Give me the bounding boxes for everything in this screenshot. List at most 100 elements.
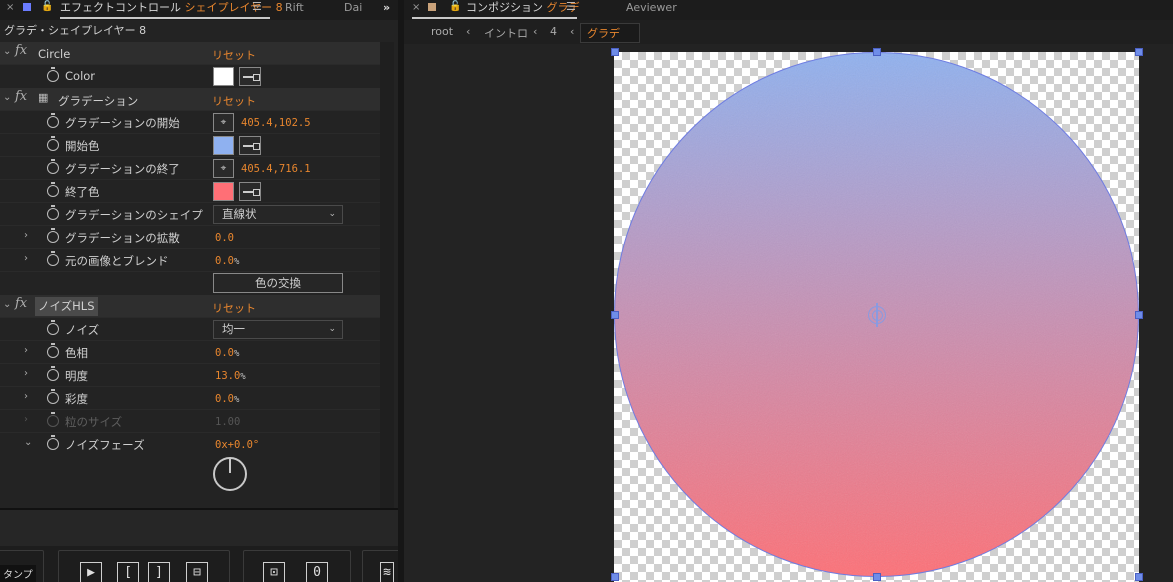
panel-menu-icon[interactable]: ☰ [566,0,576,13]
breadcrumb-root[interactable]: root [431,25,453,38]
value-number: 0.0 [215,393,234,405]
color-swatch-end[interactable] [213,182,234,201]
prop-value[interactable]: 405.4,716.1 [241,163,311,175]
anchor-point-icon[interactable] [868,303,886,327]
prop-value[interactable]: 13.0% [215,370,246,382]
zero-reset-button[interactable]: 0 [306,562,328,582]
eyedropper-icon[interactable] [239,182,261,201]
stopwatch-icon[interactable] [47,182,59,197]
twirl-collapsed-icon[interactable]: › [24,345,28,356]
prop-value[interactable]: 405.4,102.5 [241,117,311,129]
stamp-label[interactable]: タンプ [0,565,36,582]
twirl-collapsed-icon[interactable]: › [24,230,28,241]
color-swatch-white[interactable] [213,67,234,86]
fx-icon[interactable]: fx [15,43,27,58]
stopwatch-icon[interactable] [47,343,59,358]
swap-colors-button[interactable]: 色の交換 [213,273,343,293]
value-number: 13.0 [215,370,241,382]
breadcrumb-4[interactable]: 4 [550,25,557,38]
lock-icon[interactable]: 🔓 [41,1,53,12]
tab-dai[interactable]: Dai [344,0,362,20]
transform-handle-bottom-right[interactable] [1135,573,1143,581]
noise-type-dropdown[interactable]: 均一 ⌄ [213,320,343,339]
effect-noise-hls[interactable]: ⌄ fx ノイズHLS リセット [0,295,380,317]
tab-rift[interactable]: Rift [285,0,304,20]
transform-handle-top[interactable] [873,48,881,56]
prop-value[interactable]: 0.0% [215,393,239,405]
chevron-down-icon: ⌄ [328,209,336,219]
stopwatch-icon[interactable] [47,205,59,220]
twirl-expanded-icon[interactable]: ⌄ [3,299,11,310]
prop-value[interactable]: 0.0 [215,232,234,244]
effect-name-noise-hls[interactable]: ノイズHLS [35,297,98,316]
play-button[interactable]: ▶ [80,562,102,582]
reset-noise-link[interactable]: リセット [212,300,256,316]
stopwatch-icon[interactable] [47,366,59,381]
reset-circle-link[interactable]: リセット [212,47,256,63]
transform-handle-bottom[interactable] [873,573,881,581]
twirl-expanded-icon[interactable]: ⌄ [24,437,32,448]
transform-handle-top-left[interactable] [611,48,619,56]
twirl-collapsed-icon[interactable]: › [24,253,28,264]
prop-value[interactable]: 0x+0.0° [215,439,259,451]
prop-label: 終了色 [65,185,100,199]
eyedropper-icon[interactable] [239,136,261,155]
prop-label: グラデーションの拡散 [65,231,180,245]
breadcrumb-current[interactable]: グラデ [580,23,640,43]
prop-value[interactable]: 0.0% [215,347,239,359]
prop-circle-color: Color [0,64,380,86]
lock-icon[interactable]: 🔓 [449,1,461,12]
tab-overflow-icon[interactable]: » [383,0,390,20]
transform-handle-top-right[interactable] [1135,48,1143,56]
stopwatch-icon[interactable] [47,136,59,151]
twirl-collapsed-icon[interactable]: › [24,391,28,402]
twirl-expanded-icon[interactable]: ⌄ [3,92,11,103]
prop-label: Color [65,69,96,83]
tab-aeviewer[interactable]: Aeviewer [626,0,677,20]
stopwatch-icon[interactable] [47,113,59,128]
tab-effect-controls-layer: シェイプレイヤー 8 [184,1,283,14]
crosshair-point-icon[interactable]: ⌖ [213,113,234,132]
stopwatch-icon[interactable] [47,251,59,266]
close-tab-icon[interactable]: × [412,2,420,13]
stopwatch-icon[interactable] [47,228,59,243]
chevron-left-icon: ‹ [466,25,471,38]
prop-value[interactable]: 0.0% [215,255,239,267]
prop-start-color: 開始色 [0,133,380,155]
effect-gradient[interactable]: ⌄ fx ▦ グラデーション リセット [0,88,380,110]
close-tab-icon[interactable]: × [6,2,14,13]
fx-icon[interactable]: fx [15,296,27,311]
prop-label: ノイズフェーズ [65,438,145,452]
wave-button[interactable]: ≋ [380,562,394,582]
stopwatch-icon[interactable] [47,389,59,404]
save-frame-button[interactable]: ⊟ [186,562,208,582]
color-swatch-start[interactable] [213,136,234,155]
composition-tabbar: × 🔓 コンポジション グラデ ☰ Aeviewer [404,0,1173,20]
active-tab-underline [60,17,270,19]
breadcrumb-intro[interactable]: イントロ [484,25,528,41]
crosshair-point-icon[interactable]: ⌖ [213,159,234,178]
eyedropper-icon[interactable] [239,67,261,86]
transform-handle-left[interactable] [611,311,619,319]
prop-label: 色相 [65,346,88,360]
transform-handle-bottom-left[interactable] [611,573,619,581]
tab-effect-controls-label: エフェクトコントロール [60,1,181,14]
panel-menu-icon[interactable]: ☰ [252,0,262,13]
fx-icon[interactable]: fx [15,89,27,104]
gradient-shape-dropdown[interactable]: 直線状 ⌄ [213,205,343,224]
angle-dial[interactable] [213,457,247,491]
center-anchor-button[interactable]: ⊡ [263,562,285,582]
transform-handle-right[interactable] [1135,311,1143,319]
out-point-button[interactable]: ] [148,562,170,582]
twirl-collapsed-icon[interactable]: › [24,368,28,379]
breadcrumb: root ‹ イントロ ‹ 4 ‹ グラデ [404,20,1173,44]
in-point-button[interactable]: [ [117,562,139,582]
stopwatch-icon[interactable] [47,435,59,450]
effect-circle[interactable]: ⌄ fx Circle リセット [0,42,380,64]
twirl-expanded-icon[interactable]: ⌄ [3,46,11,57]
stopwatch-icon[interactable] [47,320,59,335]
stopwatch-icon[interactable] [47,159,59,174]
vertical-scrollbar[interactable] [380,42,394,508]
stopwatch-icon[interactable] [47,67,59,82]
reset-gradient-link[interactable]: リセット [212,93,256,109]
